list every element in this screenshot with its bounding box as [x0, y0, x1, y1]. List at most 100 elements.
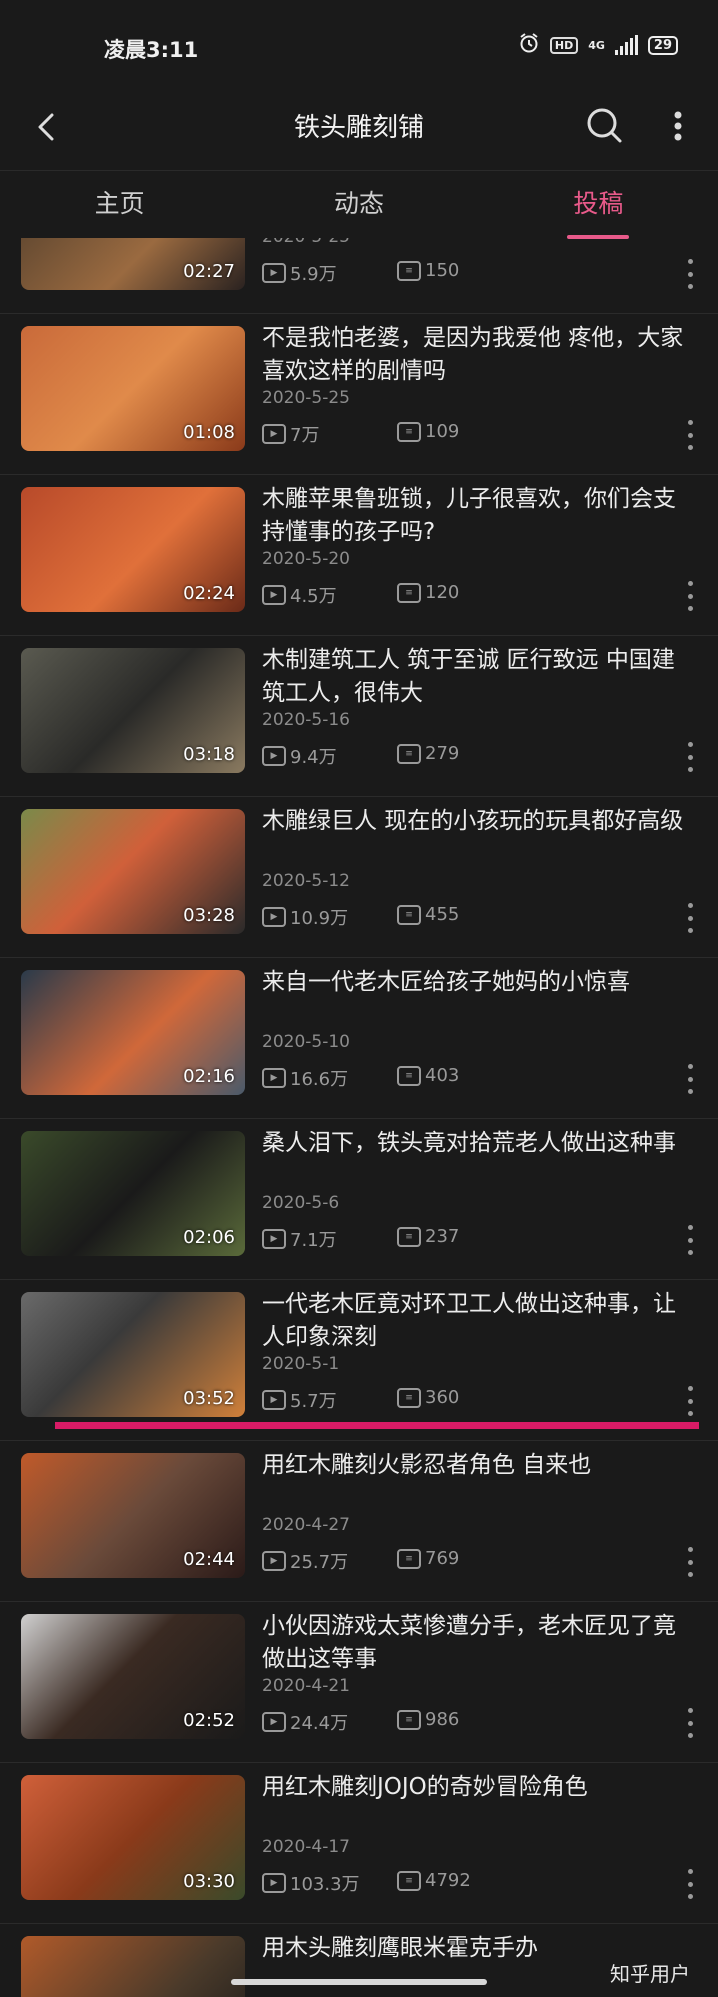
more-vertical-icon [674, 111, 682, 141]
view-count: ▶ 7.1万 [262, 1226, 337, 1252]
item-more-icon[interactable] [682, 259, 698, 289]
video-thumbnail[interactable] [21, 1936, 245, 1997]
comment-count: ≡ 360 [397, 1387, 459, 1408]
video-thumbnail[interactable]: 03:18 [21, 648, 245, 773]
watch-progress-line [55, 1422, 699, 1429]
item-more-icon[interactable] [682, 1547, 698, 1577]
video-thumbnail[interactable]: 02:27 [21, 238, 245, 290]
comment-count: ≡ 986 [397, 1709, 459, 1730]
video-title[interactable]: 一代老木匠竟对环卫工人做出这种事，让人印象深刻 [262, 1288, 688, 1354]
play-count-icon: ▶ [262, 585, 286, 605]
video-thumbnail[interactable]: 02:16 [21, 970, 245, 1095]
view-count: ▶ 5.9万 [262, 260, 337, 286]
tab-submissions[interactable]: 投稿 [479, 171, 718, 239]
play-count-icon: ▶ [262, 1390, 286, 1410]
view-count-value: 7.1万 [290, 1230, 337, 1251]
video-thumbnail[interactable]: 02:24 [21, 487, 245, 612]
video-date: 2020-4-21 [262, 1676, 350, 1696]
video-list-item[interactable]: 02:44 用红木雕刻火影忍者角色 自来也 2020-4-27 ▶ 25.7万 ≡ 769 [0, 1441, 718, 1602]
video-title[interactable]: 用红木雕刻火影忍者角色 自来也 [262, 1449, 688, 1515]
alarm-icon [518, 32, 540, 58]
tab-dynamics[interactable]: 动态 [239, 171, 478, 239]
video-list-item[interactable]: 02:52 小伙因游戏太菜惨遭分手，老木匠见了竟做出这等事 2020-4-21 ▶ 24… [0, 1602, 718, 1763]
battery-icon: 29 [647, 35, 678, 55]
comment-count-value: 109 [425, 421, 460, 442]
video-thumbnail[interactable]: 02:44 [21, 1453, 245, 1578]
view-count: ▶ 24.4万 [262, 1709, 348, 1735]
video-title[interactable]: 来自一代老木匠给孩子她妈的小惊喜 [262, 966, 688, 1032]
item-more-icon[interactable] [682, 903, 698, 933]
video-title[interactable]: 不是我怕老婆，是因为我爱他 疼他，大家喜欢这样的剧情吗 [262, 322, 688, 388]
title-bar: 铁头雕刻铺 [0, 95, 718, 170]
video-list-item[interactable]: 02:24 木雕苹果鲁班锁，儿子很喜欢，你们会支持懂事的孩子吗? 2020-5-20… [0, 475, 718, 636]
comment-count-value: 986 [425, 1709, 460, 1730]
video-title[interactable]: 小伙因游戏太菜惨遭分手，老木匠见了竟做出这等事 [262, 1610, 688, 1676]
video-list-item[interactable]: 01:08 不是我怕老婆，是因为我爱他 疼他，大家喜欢这样的剧情吗 2020-5-2… [0, 314, 718, 475]
video-title[interactable]: 桑人泪下，铁头竟对拾荒老人做出这种事 [262, 1127, 688, 1193]
view-count-value: 25.7万 [290, 1552, 349, 1573]
view-count: ▶ 5.7万 [262, 1387, 337, 1413]
view-count-value: 5.7万 [290, 1391, 337, 1412]
video-date: 2020-5-12 [262, 871, 350, 891]
video-title[interactable]: 用红木雕刻JOJO的奇妙冒险角色 [262, 1771, 688, 1837]
comment-count-value: 455 [425, 904, 460, 925]
view-count-value: 5.9万 [290, 264, 337, 285]
video-list-item[interactable]: 02:16 来自一代老木匠给孩子她妈的小惊喜 2020-5-10 ▶ 16.6万 ≡ 403 [0, 958, 718, 1119]
item-more-icon[interactable] [682, 420, 698, 450]
comment-count: ≡ 455 [397, 904, 459, 925]
item-more-icon[interactable] [682, 1708, 698, 1738]
comment-count: ≡ 769 [397, 1548, 459, 1569]
video-duration: 03:52 [183, 1388, 235, 1409]
video-thumbnail[interactable]: 02:06 [21, 1131, 245, 1256]
video-date: 2020-5-25 [262, 238, 350, 247]
video-list-item[interactable]: 03:52 一代老木匠竟对环卫工人做出这种事，让人印象深刻 2020-5-1 ▶ 5.7… [0, 1280, 718, 1441]
danmaku-icon: ≡ [397, 582, 421, 603]
video-list-item[interactable]: 03:28 木雕绿巨人 现在的小孩玩的玩具都好高级 2020-5-12 ▶ 10.9万 ≡… [0, 797, 718, 958]
video-date: 2020-5-16 [262, 710, 350, 730]
video-date: 2020-4-17 [262, 1837, 350, 1857]
item-more-icon[interactable] [682, 1064, 698, 1094]
view-count-value: 16.6万 [290, 1069, 349, 1090]
video-list-item[interactable]: 03:30 用红木雕刻JOJO的奇妙冒险角色 2020-4-17 ▶ 103.3万 ≡ 47… [0, 1763, 718, 1924]
home-indicator[interactable] [231, 1979, 487, 1985]
status-bar: 凌晨3:11 HD 4G 29 [0, 0, 718, 95]
video-thumbnail[interactable]: 01:08 [21, 326, 245, 451]
item-more-icon[interactable] [682, 1386, 698, 1416]
video-thumbnail[interactable]: 03:52 [21, 1292, 245, 1417]
search-icon [587, 108, 622, 143]
view-count: ▶ 4.5万 [262, 582, 337, 608]
video-date: 2020-5-20 [262, 549, 350, 569]
play-count-icon: ▶ [262, 907, 286, 927]
video-thumbnail[interactable]: 03:28 [21, 809, 245, 934]
video-duration: 02:52 [183, 1710, 235, 1731]
video-duration: 03:18 [183, 744, 235, 765]
status-time: 凌晨3:11 [104, 38, 199, 62]
play-count-icon: ▶ [262, 1712, 286, 1732]
tab-home[interactable]: 主页 [0, 171, 239, 239]
video-list-item[interactable]: 02:06 桑人泪下，铁头竟对拾荒老人做出这种事 2020-5-6 ▶ 7.1万 ≡ 237 [0, 1119, 718, 1280]
video-title[interactable]: 木制建筑工人 筑于至诚 匠行致远 中国建筑工人，很伟大 [262, 644, 688, 710]
video-list-item[interactable]: 03:18 木制建筑工人 筑于至诚 匠行致远 中国建筑工人，很伟大 2020-5-1… [0, 636, 718, 797]
danmaku-icon: ≡ [397, 1709, 421, 1730]
video-duration: 03:28 [183, 905, 235, 926]
status-icons: HD 4G 29 [518, 32, 678, 58]
comment-count: ≡ 4792 [397, 1870, 471, 1891]
video-title[interactable]: 木雕绿巨人 现在的小孩玩的玩具都好高级 [262, 805, 688, 871]
video-thumbnail[interactable]: 02:52 [21, 1614, 245, 1739]
item-more-icon[interactable] [682, 742, 698, 772]
danmaku-icon: ≡ [397, 904, 421, 925]
video-list[interactable]: 02:272020-5-25▶5.9万≡15001:08不是我怕老婆，是因为我爱… [0, 238, 718, 1997]
comment-count: ≡ 403 [397, 1065, 459, 1086]
video-thumbnail[interactable]: 03:30 [21, 1775, 245, 1900]
comment-count-value: 120 [425, 582, 460, 603]
play-count-icon: ▶ [262, 1229, 286, 1249]
item-more-icon[interactable] [682, 1225, 698, 1255]
item-more-icon[interactable] [682, 1869, 698, 1899]
more-options-button[interactable] [658, 101, 698, 151]
item-more-icon[interactable] [682, 581, 698, 611]
signal-icon [614, 35, 638, 55]
search-button[interactable] [580, 101, 630, 151]
video-list-item[interactable]: 02:27 2020-5-25 ▶5.9万 ≡150 [0, 238, 718, 314]
video-duration: 02:24 [183, 583, 235, 604]
video-title[interactable]: 木雕苹果鲁班锁，儿子很喜欢，你们会支持懂事的孩子吗? [262, 483, 688, 549]
